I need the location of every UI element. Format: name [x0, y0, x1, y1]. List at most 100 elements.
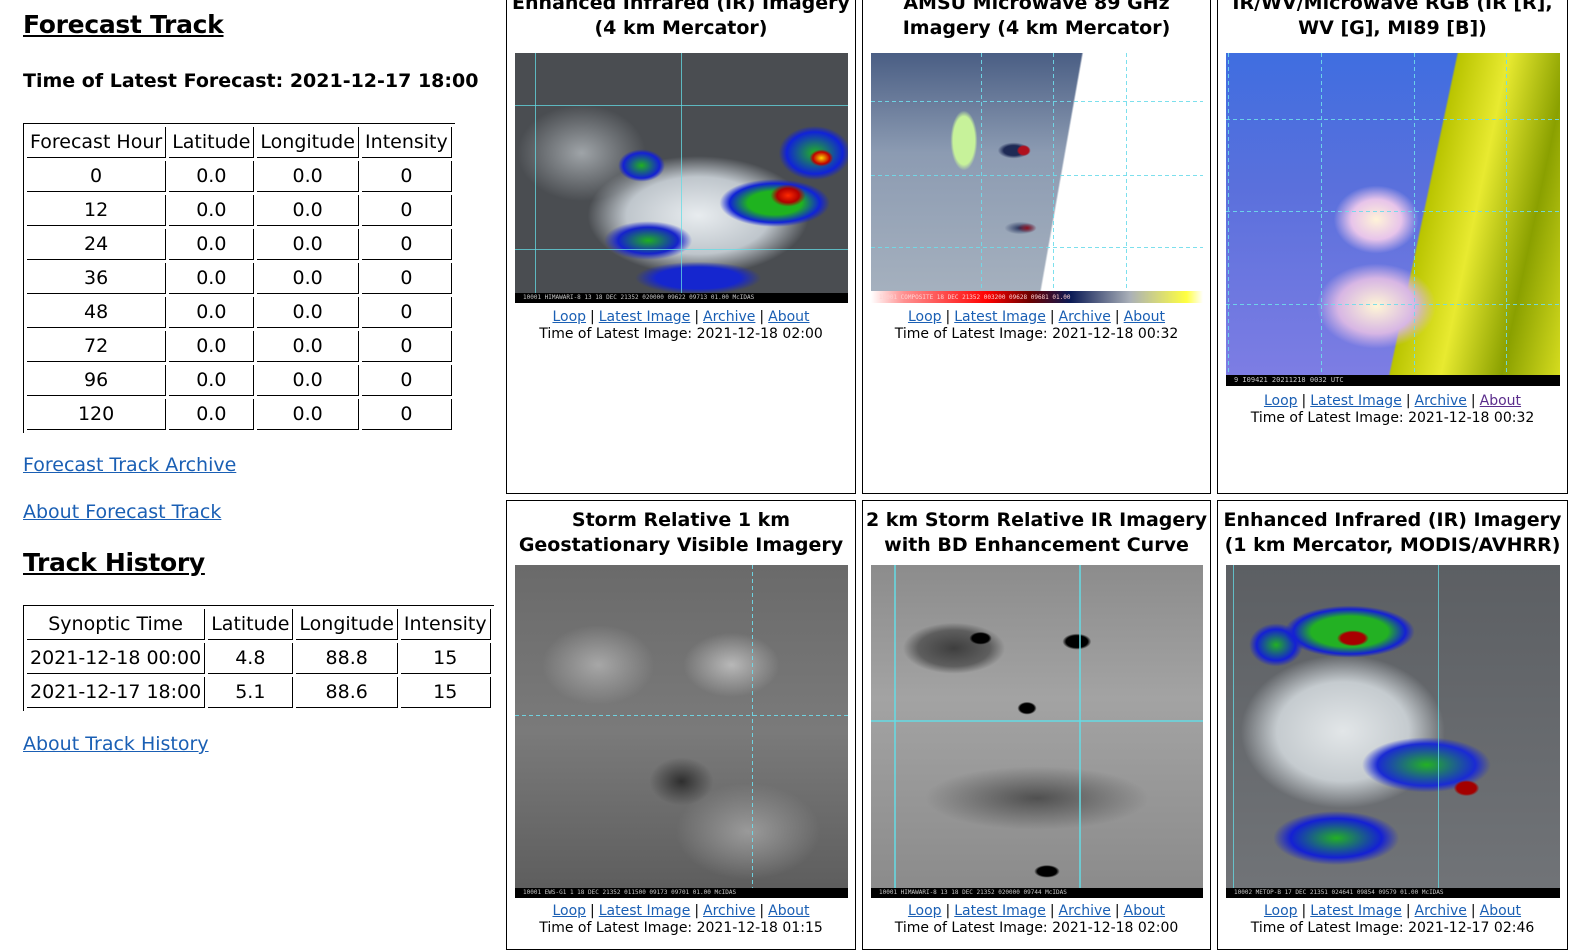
longitude-cell: 0.0 [257, 161, 359, 192]
archive-link[interactable]: Archive [1059, 903, 1111, 919]
latest-image-link[interactable]: Latest Image [1310, 393, 1402, 409]
grid-line [1438, 565, 1439, 898]
panel-title: 2 km Storm Relative IR Imagery with BD E… [865, 509, 1208, 556]
latest-image-link[interactable]: Latest Image [954, 309, 1046, 325]
about-forecast-track-link[interactable]: About Forecast Track [23, 501, 221, 523]
bd-enhancement-image[interactable]: 10001 HIMAWARI-8 13 18 DEC 21352 020000 … [871, 565, 1203, 898]
loop-link[interactable]: Loop [1264, 903, 1298, 919]
table-row: 2021-12-18 00:00 4.8 88.8 15 [27, 643, 491, 674]
image-links: Loop | Latest Image | Archive | About [507, 309, 855, 326]
grid-line [1226, 304, 1560, 305]
grid-line [871, 720, 1203, 722]
grid-line [981, 53, 982, 303]
loop-link[interactable]: Loop [1264, 393, 1298, 409]
latest-image-time: Time of Latest Image: 2021-12-18 00:32 [894, 326, 1179, 342]
archive-link[interactable]: Archive [1415, 903, 1467, 919]
forecast-hour-cell: 120 [27, 399, 167, 430]
column-header: Latitude [169, 127, 255, 158]
grid-line [871, 247, 1203, 248]
enhanced-ir-1km-image[interactable]: 10002 METOP-B 17 DEC 21351 024641 09854 … [1226, 565, 1560, 898]
grid-line [1233, 565, 1234, 898]
table-row: 24 0.0 0.0 0 [27, 229, 452, 260]
link-separator: | [694, 309, 700, 325]
latest-image-time: Time of Latest Image: 2021-12-18 02:00 [894, 920, 1179, 936]
imagery-panel-visible-1km: Storm Relative 1 km Geostationary Visibl… [506, 500, 856, 950]
archive-link[interactable]: Archive [703, 903, 755, 919]
panel-title: Enhanced Infrared (IR) Imagery (4 km Mer… [512, 0, 850, 39]
panel-title: IR/WV/Microwave RGB (IR [R], WV [G], MI8… [1232, 0, 1553, 39]
about-link[interactable]: About [1124, 903, 1165, 919]
link-separator: | [1470, 393, 1476, 409]
loop-link[interactable]: Loop [908, 309, 942, 325]
longitude-cell: 0.0 [257, 297, 359, 328]
intensity-cell: 0 [361, 331, 452, 362]
intensity-cell: 0 [361, 263, 452, 294]
link-separator: | [1301, 393, 1307, 409]
longitude-cell: 0.0 [257, 195, 359, 226]
loop-link[interactable]: Loop [552, 903, 586, 919]
synoptic-time-cell: 2021-12-18 00:00 [27, 643, 206, 674]
longitude-cell: 0.0 [257, 399, 359, 430]
grid-line [515, 715, 848, 716]
image-caption-bar: 10001 HIMAWARI-8 13 18 DEC 21352 020000 … [871, 888, 1203, 898]
archive-link[interactable]: Archive [1059, 309, 1111, 325]
forecast-track-heading: Forecast Track [23, 10, 224, 39]
forecast-hour-cell: 72 [27, 331, 167, 362]
intensity-cell: 0 [361, 399, 452, 430]
table-row: 12 0.0 0.0 0 [27, 195, 452, 226]
image-links: Loop | Latest Image | Archive | About [507, 903, 855, 920]
intensity-cell: 0 [361, 365, 452, 396]
latest-image-time: Time of Latest Image: 2021-12-18 00:32 [1250, 410, 1535, 426]
link-separator: | [1470, 903, 1476, 919]
visible-image[interactable]: 10001 EWS-G1 1 18 DEC 21352 011500 09173… [515, 565, 848, 898]
table-row: 36 0.0 0.0 0 [27, 263, 452, 294]
grid-line [871, 175, 1203, 176]
latitude-cell: 0.0 [169, 161, 255, 192]
latest-image-link[interactable]: Latest Image [954, 903, 1046, 919]
table-header-row: Forecast Hour Latitude Longitude Intensi… [27, 127, 452, 158]
enhanced-ir-image[interactable]: 10001 HIMAWARI-8 13 18 DEC 21352 020000 … [515, 53, 848, 303]
rgb-composite-image[interactable]: 9 I09421 20211218 0032 UTC [1226, 53, 1560, 386]
about-link[interactable]: About [1124, 309, 1165, 325]
longitude-cell: 0.0 [257, 263, 359, 294]
latitude-cell: 0.0 [169, 195, 255, 226]
about-track-history-link[interactable]: About Track History [23, 733, 209, 755]
latest-image-link[interactable]: Latest Image [599, 309, 691, 325]
image-caption-bar: 10001 COMPOSITE 18 DEC 21352 003200 0962… [879, 294, 1071, 301]
column-header: Synoptic Time [27, 609, 206, 640]
forecast-track-archive-link[interactable]: Forecast Track Archive [23, 454, 236, 476]
about-link[interactable]: About [1480, 903, 1521, 919]
track-history-heading: Track History [23, 548, 205, 577]
latest-image-time: Time of Latest Image: 2021-12-18 02:00 [539, 326, 823, 342]
imagery-panel-enhanced-ir-4km: Enhanced Infrared (IR) Imagery (4 km Mer… [506, 0, 856, 494]
grid-line [1226, 119, 1560, 120]
intensity-cell: 15 [400, 677, 491, 708]
longitude-cell: 88.6 [296, 677, 398, 708]
latest-image-link[interactable]: Latest Image [599, 903, 691, 919]
forecast-hour-cell: 36 [27, 263, 167, 294]
archive-link[interactable]: Archive [703, 309, 755, 325]
archive-link[interactable]: Archive [1415, 393, 1467, 409]
link-separator: | [945, 309, 951, 325]
latest-image-time: Time of Latest Image: 2021-12-18 01:15 [539, 920, 823, 936]
grid-line [1079, 565, 1081, 898]
column-header: Forecast Hour [27, 127, 167, 158]
forecast-hour-cell: 12 [27, 195, 167, 226]
latest-image-time: Time of Latest Image: 2021-12-17 02:46 [1250, 920, 1535, 936]
imagery-panel-enhanced-ir-1km: Enhanced Infrared (IR) Imagery (1 km Mer… [1217, 500, 1568, 950]
forecast-hour-cell: 24 [27, 229, 167, 260]
amsu-microwave-image[interactable]: 10001 COMPOSITE 18 DEC 21352 003200 0962… [871, 53, 1203, 303]
about-link[interactable]: About [768, 309, 809, 325]
imagery-panel-amsu-microwave: AMSU Microwave 89 GHz Imagery (4 km Merc… [862, 0, 1211, 494]
column-header: Intensity [400, 609, 491, 640]
grid-line [871, 101, 1203, 102]
latest-image-link[interactable]: Latest Image [1310, 903, 1402, 919]
panel-title: Enhanced Infrared (IR) Imagery (1 km Mer… [1223, 509, 1562, 556]
table-row: 48 0.0 0.0 0 [27, 297, 452, 328]
link-separator: | [759, 309, 765, 325]
synoptic-time-cell: 2021-12-17 18:00 [27, 677, 206, 708]
about-link[interactable]: About [1480, 393, 1521, 409]
loop-link[interactable]: Loop [908, 903, 942, 919]
loop-link[interactable]: Loop [552, 309, 586, 325]
about-link[interactable]: About [768, 903, 809, 919]
